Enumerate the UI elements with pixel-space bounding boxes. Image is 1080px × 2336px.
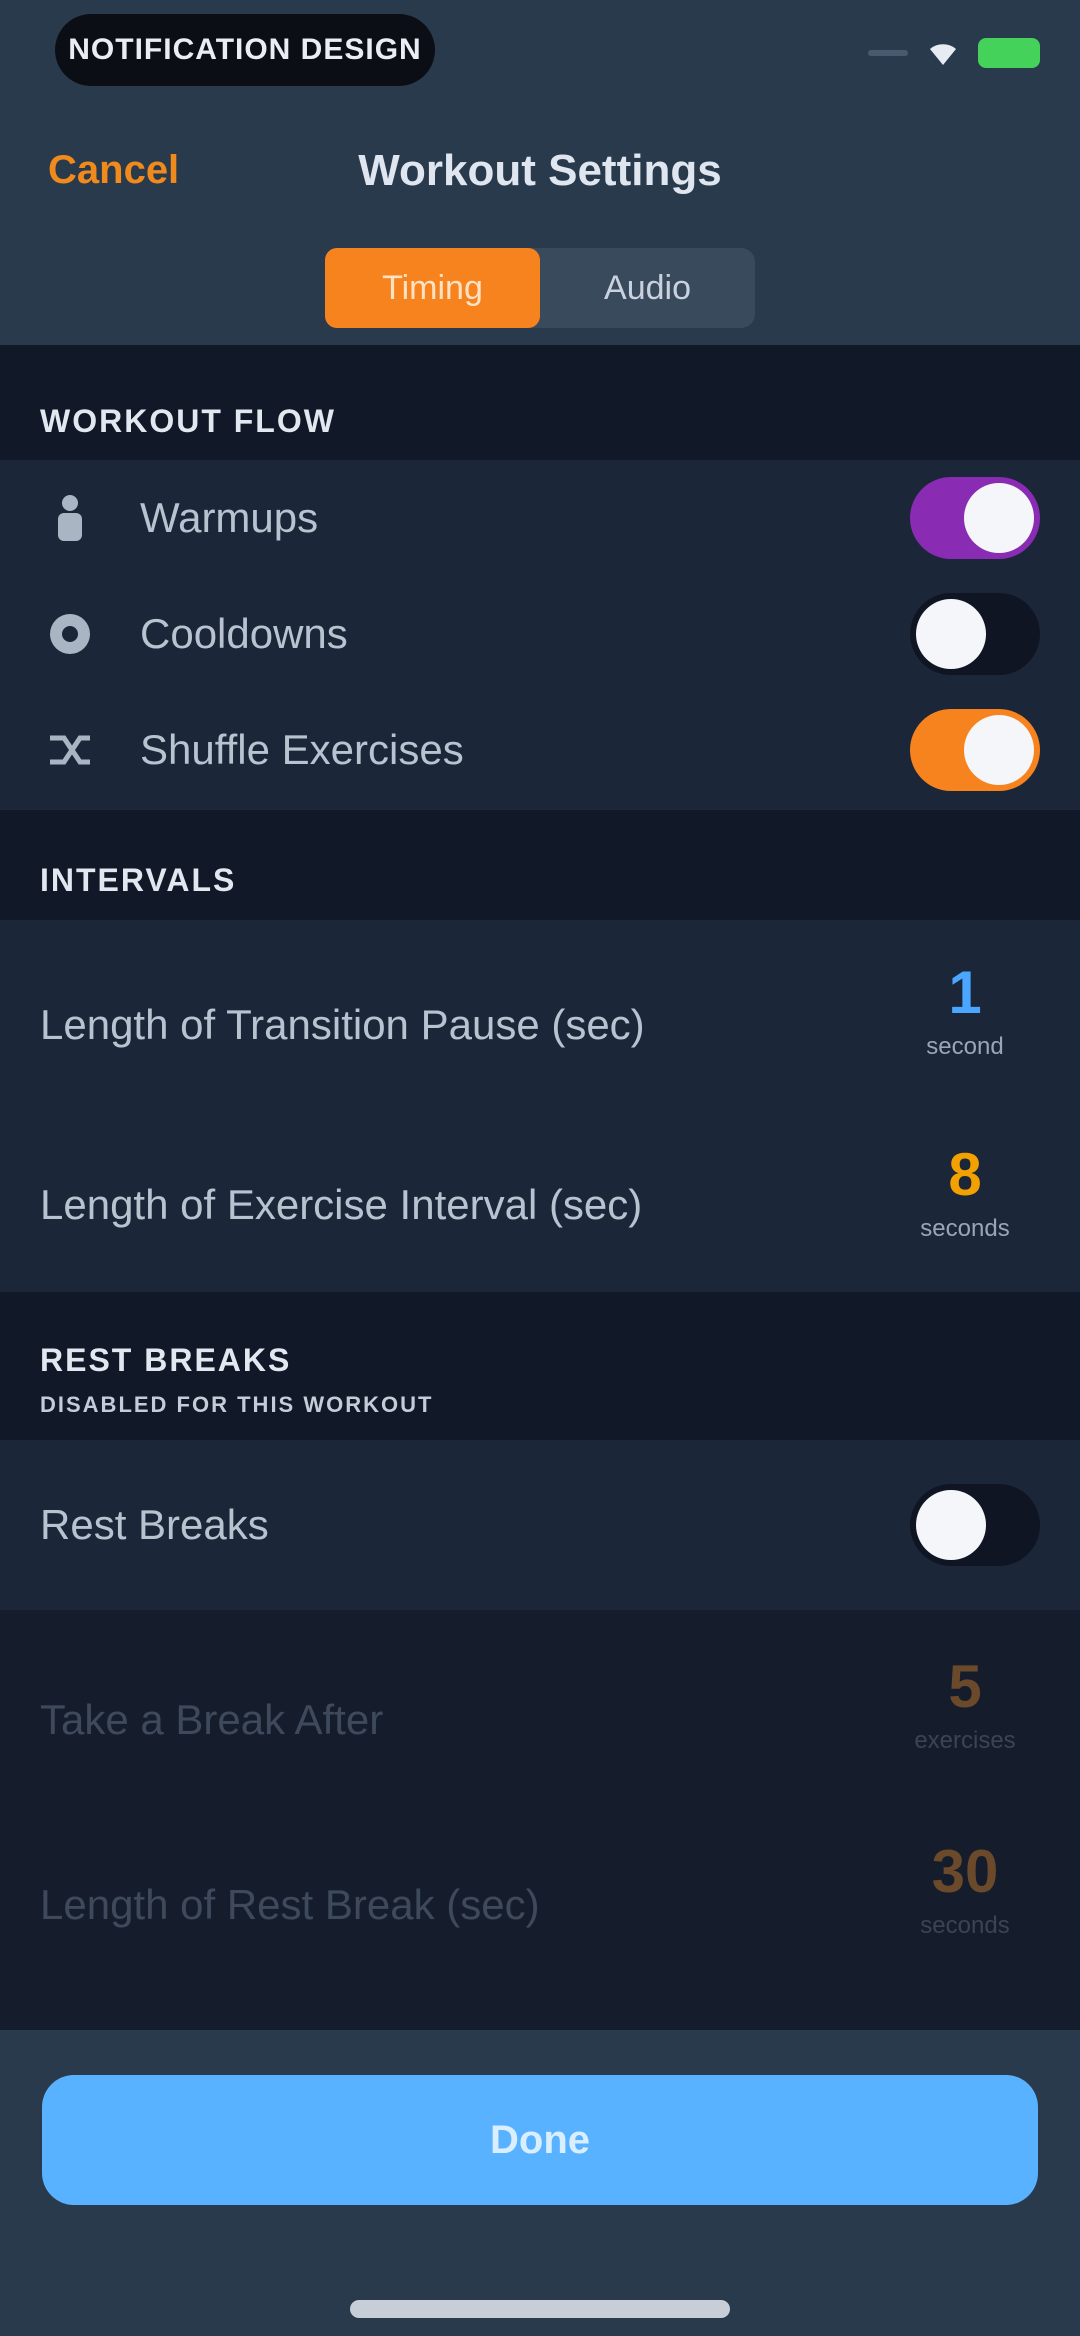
section-subtitle: DISABLED FOR THIS WORKOUT xyxy=(40,1392,434,1417)
warmups-label: Warmups xyxy=(140,494,319,541)
list-item: Rest Breaks xyxy=(0,1467,1080,1583)
cooldowns-toggle[interactable] xyxy=(910,593,1040,675)
list-item: Warmups xyxy=(0,460,1080,576)
rest-break-length-value: 30 seconds xyxy=(890,1837,1040,1940)
break-after-value: 5 exercises xyxy=(890,1652,1040,1755)
exercise-interval-value[interactable]: 8 seconds xyxy=(890,1140,1040,1243)
shuffle-icon xyxy=(40,720,100,780)
value-unit: seconds xyxy=(920,1912,1010,1939)
section-title: WORKOUT FLOW xyxy=(40,403,336,439)
toggle-knob xyxy=(964,483,1034,553)
tab-timing[interactable]: Timing xyxy=(325,248,540,328)
value-unit: second xyxy=(926,1033,1004,1060)
toggle-knob xyxy=(916,599,986,669)
home-indicator xyxy=(350,2300,730,2318)
list-item: Take a Break After 5 exercises xyxy=(0,1640,1080,1800)
list-item[interactable]: Length of Transition Pause (sec) 1 secon… xyxy=(0,950,1080,1100)
wifi-icon xyxy=(930,44,956,65)
status-pill: NOTIFICATION DESIGN xyxy=(55,14,435,86)
section-title: REST BREAKS xyxy=(40,1342,292,1378)
section-title: INTERVALS xyxy=(40,862,237,898)
signal-icon xyxy=(868,50,908,56)
toggle-knob xyxy=(916,1490,986,1560)
list-item: Length of Rest Break (sec) 30 seconds xyxy=(0,1825,1080,1985)
transition-pause-value[interactable]: 1 second xyxy=(890,958,1040,1061)
value-unit: seconds xyxy=(920,1215,1010,1242)
rest-breaks-toggle-panel: Rest Breaks xyxy=(0,1440,1080,1610)
workout-flow-header: WORKOUT FLOW xyxy=(0,345,1080,460)
shuffle-label: Shuffle Exercises xyxy=(140,726,464,773)
value-number: 8 xyxy=(948,1141,982,1208)
list-item[interactable]: Length of Exercise Interval (sec) 8 seco… xyxy=(0,1130,1080,1280)
toggle-knob xyxy=(964,715,1034,785)
rest-breaks-settings-panel: Take a Break After 5 exercises Length of… xyxy=(0,1610,1080,2030)
list-item: Shuffle Exercises xyxy=(0,692,1080,808)
cooldowns-label: Cooldowns xyxy=(140,610,348,657)
rest-breaks-header: REST BREAKS DISABLED FOR THIS WORKOUT xyxy=(0,1292,1080,1440)
list-item: Cooldowns xyxy=(0,576,1080,692)
value-number: 5 xyxy=(948,1653,982,1720)
value-number: 30 xyxy=(931,1838,999,1905)
tab-audio[interactable]: Audio xyxy=(540,248,755,328)
exercise-interval-label: Length of Exercise Interval (sec) xyxy=(40,1181,643,1228)
value-unit: exercises xyxy=(914,1727,1016,1754)
workout-flow-panel: Warmups Cooldowns Shuffle Exercises xyxy=(0,460,1080,810)
transition-pause-label: Length of Transition Pause (sec) xyxy=(40,1001,645,1048)
segmented-control: Timing Audio xyxy=(325,248,755,328)
done-button[interactable]: Done xyxy=(42,2075,1038,2205)
battery-icon xyxy=(978,38,1040,68)
intervals-header: INTERVALS xyxy=(0,810,1080,920)
page-title: Workout Settings xyxy=(358,146,722,195)
header: NOTIFICATION DESIGN Cancel Workout Setti… xyxy=(0,0,1080,345)
warmups-toggle[interactable] xyxy=(910,477,1040,559)
break-after-label: Take a Break After xyxy=(40,1696,384,1743)
value-number: 1 xyxy=(948,959,982,1026)
shuffle-toggle[interactable] xyxy=(910,709,1040,791)
rest-breaks-label: Rest Breaks xyxy=(40,1501,269,1548)
workout-settings-screen: NOTIFICATION DESIGN Cancel Workout Setti… xyxy=(0,0,1080,2336)
snowflake-icon xyxy=(40,604,100,664)
rest-breaks-toggle[interactable] xyxy=(910,1484,1040,1566)
intervals-panel: Length of Transition Pause (sec) 1 secon… xyxy=(0,920,1080,1292)
person-icon xyxy=(40,488,100,548)
status-icons xyxy=(868,38,1040,68)
rest-break-length-label: Length of Rest Break (sec) xyxy=(40,1881,540,1928)
